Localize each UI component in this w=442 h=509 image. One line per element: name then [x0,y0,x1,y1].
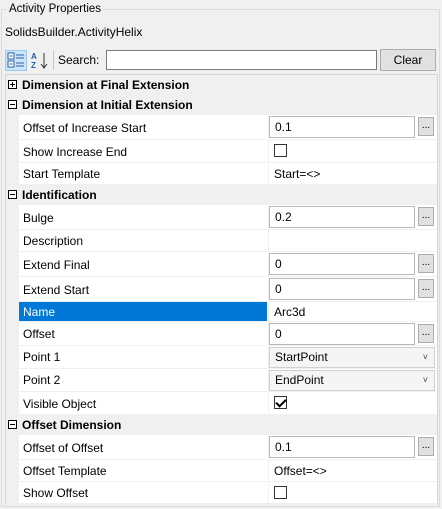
category-label: Offset Dimension [22,418,122,432]
property-row-offset-of-offset[interactable]: Offset of Offset 0.1 ... [6,435,437,460]
collapse-icon[interactable] [8,190,17,199]
property-value [268,392,437,415]
property-name: Description [19,230,267,252]
chevron-down-icon: ˅ [422,352,428,362]
property-value [268,230,437,252]
property-name: Offset of Offset [19,435,267,460]
property-value: 0 ... [268,322,437,346]
property-value: EndPoint ˅ [268,369,437,392]
visible-object-checkbox[interactable] [274,396,287,409]
property-value: 0.1 ... [268,115,437,140]
property-name: Start Template [19,163,267,185]
toolbar-separator [53,51,54,70]
value-input[interactable]: 0 [269,253,415,275]
property-value [268,482,437,504]
property-name: Visible Object [19,392,267,415]
property-toolbar: A Z Search: Clear [5,49,437,72]
property-value: 0.1 ... [268,435,437,460]
property-name: Extend Start [19,277,267,302]
ellipsis-button[interactable]: ... [418,279,434,298]
property-row-start-template[interactable]: Start Template Start=<> [6,163,437,185]
property-row-show-offset[interactable]: Show Offset [6,482,437,504]
point-1-select[interactable]: StartPoint ˅ [269,347,435,368]
category-initial-extension[interactable]: Dimension at Initial Extension [6,95,437,115]
property-row-bulge[interactable]: Bulge 0.2 ... [6,205,437,230]
property-row-extend-start[interactable]: Extend Start 0 ... [6,277,437,302]
chevron-down-icon: ˅ [422,375,428,385]
property-row-offset-increase-start[interactable]: Offset of Increase Start 0.1 ... [6,115,437,140]
expand-icon[interactable] [8,80,17,89]
selected-value: EndPoint [275,373,324,387]
svg-text:A: A [31,52,37,61]
property-row-point-1[interactable]: Point 1 StartPoint ˅ [6,346,437,369]
value-input[interactable]: 0 [269,323,415,345]
ellipsis-button[interactable]: ... [418,117,434,136]
property-row-description[interactable]: Description [6,230,437,252]
property-name: Point 2 [19,369,267,392]
property-name: Offset Template [19,460,267,482]
property-name: Offset [19,322,267,346]
property-value: Offset=<> [268,460,437,482]
category-identification[interactable]: Identification [6,185,437,205]
value-input[interactable]: 0.2 [269,206,415,228]
property-name: Bulge [19,205,267,230]
category-offset-dimension[interactable]: Offset Dimension [6,415,437,435]
show-offset-checkbox[interactable] [274,486,287,499]
collapse-icon[interactable] [8,100,17,109]
show-increase-end-checkbox[interactable] [274,144,287,157]
categorized-view-button[interactable] [5,50,27,71]
ellipsis-button[interactable]: ... [418,324,434,343]
category-label: Dimension at Initial Extension [22,98,193,112]
component-name: SolidsBuilder.ActivityHelix [5,25,143,39]
property-row-show-increase-end[interactable]: Show Increase End [6,140,437,163]
value-input[interactable]: 0.1 [269,116,415,138]
svg-text:Z: Z [31,61,36,70]
property-grid: Dimension at Final Extension Dimension a… [5,74,438,504]
property-name: Offset of Increase Start [19,115,267,140]
property-value: StartPoint ˅ [268,346,437,369]
property-value: 0 ... [268,252,437,277]
group-title: Activity Properties [7,3,104,15]
property-value: Start=<> [268,163,437,185]
ellipsis-button[interactable]: ... [418,437,434,456]
property-value: Arc3d [268,302,437,322]
sort-az-icon: A Z [31,52,48,70]
property-name: Point 1 [19,346,267,369]
value-input[interactable]: 0.1 [269,436,415,458]
property-name: Show Offset [19,482,267,504]
collapse-icon[interactable] [8,420,17,429]
property-value [268,140,437,163]
category-final-extension[interactable]: Dimension at Final Extension [6,75,437,95]
property-row-name[interactable]: Name Arc3d [6,302,437,322]
property-name: Extend Final [19,252,267,277]
property-row-offset[interactable]: Offset 0 ... [6,322,437,346]
property-value: 0.2 ... [268,205,437,230]
alphabetical-view-button[interactable]: A Z [29,50,51,71]
value-input[interactable]: 0 [269,278,415,300]
search-input[interactable] [106,50,377,70]
selected-value: StartPoint [275,350,328,364]
property-name: Show Increase End [19,140,267,163]
search-label: Search: [58,53,100,67]
clear-button[interactable]: Clear [380,49,436,71]
ellipsis-button[interactable]: ... [418,254,434,273]
point-2-select[interactable]: EndPoint ˅ [269,370,435,391]
property-value: 0 ... [268,277,437,302]
property-row-point-2[interactable]: Point 2 EndPoint ˅ [6,369,437,392]
property-row-offset-template[interactable]: Offset Template Offset=<> [6,460,437,482]
category-label: Identification [22,188,97,202]
category-label: Dimension at Final Extension [22,78,190,92]
categorized-icon [7,52,24,68]
property-row-extend-final[interactable]: Extend Final 0 ... [6,252,437,277]
property-name-selected: Name [19,302,267,322]
property-row-visible-object[interactable]: Visible Object [6,392,437,415]
ellipsis-button[interactable]: ... [418,207,434,226]
